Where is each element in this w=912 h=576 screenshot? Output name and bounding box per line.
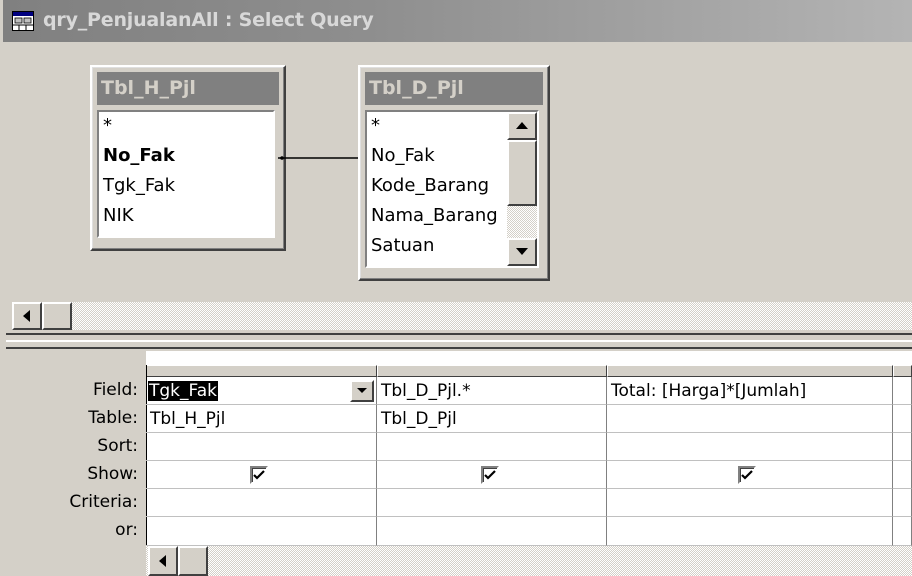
query-design-icon[interactable] (12, 11, 34, 31)
selected-field-text[interactable]: Tgk_Fak (148, 381, 218, 401)
row-label-criteria: Criteria: (69, 492, 138, 512)
grid-cell-table[interactable]: Tbl_D_Pjl (377, 405, 607, 433)
grid-cell-sort[interactable] (377, 433, 607, 461)
field-list-scrollbar[interactable] (507, 112, 537, 266)
design-grid[interactable]: Tgk_Fak Tbl_H_Pjl Tbl_D_Pjl.* Tbl_D_Pjl … (146, 351, 912, 576)
show-checkbox[interactable] (481, 466, 499, 484)
show-checkbox[interactable] (738, 466, 756, 484)
scroll-thumb[interactable] (178, 546, 208, 576)
checkmark-icon (484, 470, 496, 480)
field-item[interactable]: * (103, 112, 112, 141)
scroll-thumb[interactable] (42, 302, 72, 330)
window-titlebar[interactable]: qry_PenjualanAll : Select Query (0, 0, 912, 42)
grid-cell-or[interactable] (146, 517, 377, 546)
grid-cell-or[interactable] (377, 517, 607, 546)
grid-hscrollbar[interactable] (146, 546, 912, 576)
grid-cell-criteria[interactable] (607, 489, 893, 517)
column-selector[interactable] (607, 365, 893, 377)
arrow-up-icon (516, 122, 528, 129)
grid-cell-sort[interactable] (146, 433, 377, 461)
arrow-left-icon (23, 310, 30, 322)
table-pane[interactable]: Tbl_H_Pjl * No_Fak Tgk_Fak NIK Tbl_D_Pjl… (6, 44, 912, 331)
scroll-left-button[interactable] (148, 546, 178, 576)
row-label-field: Field: (93, 380, 138, 400)
relationship-line[interactable] (276, 152, 366, 164)
table-box-tbl-d-pjl[interactable]: Tbl_D_Pjl * No_Fak Kode_Barang Nama_Bara… (358, 65, 550, 281)
table-box-tbl-h-pjl[interactable]: Tbl_H_Pjl * No_Fak Tgk_Fak NIK (90, 65, 286, 251)
column-selector[interactable] (377, 365, 607, 377)
table-title[interactable]: Tbl_D_Pjl (365, 72, 543, 105)
table-title[interactable]: Tbl_H_Pjl (97, 72, 279, 105)
arrow-down-icon (516, 248, 528, 255)
grid-cell-criteria[interactable] (146, 489, 377, 517)
grid-cell-field[interactable]: Tbl_D_Pjl.* (377, 377, 607, 405)
scroll-thumb[interactable] (507, 140, 537, 206)
row-label-table: Table: (88, 408, 138, 428)
grid-cell-sort[interactable] (893, 433, 912, 461)
pane-splitter[interactable] (6, 333, 912, 349)
field-item[interactable]: Kode_Barang (371, 171, 489, 201)
grid-cell-criteria[interactable] (893, 489, 912, 517)
chevron-down-icon (357, 388, 367, 393)
grid-cell-table[interactable] (607, 405, 893, 433)
column-selector[interactable] (146, 365, 377, 377)
field-item[interactable]: Satuan (371, 231, 434, 261)
row-label-or: or: (115, 520, 138, 540)
field-dropdown-button[interactable] (350, 380, 374, 402)
scroll-up-button[interactable] (507, 112, 537, 140)
grid-cell-table[interactable] (893, 405, 912, 433)
scroll-down-button[interactable] (507, 238, 537, 266)
grid-cell-table[interactable]: Tbl_H_Pjl (146, 405, 377, 433)
column-selector[interactable] (893, 365, 912, 377)
scroll-left-button[interactable] (12, 302, 42, 330)
grid-cell-criteria[interactable] (377, 489, 607, 517)
field-item[interactable]: * (371, 112, 380, 141)
design-grid-pane[interactable]: Field: Table: Sort: Show: Criteria: or: … (6, 351, 912, 576)
grid-cell-sort[interactable] (607, 433, 893, 461)
grid-cell-or[interactable] (607, 517, 893, 546)
show-checkbox[interactable] (250, 466, 268, 484)
grid-cell-show[interactable] (146, 461, 377, 489)
field-list[interactable]: * No_Fak Tgk_Fak NIK (97, 110, 275, 238)
field-item[interactable]: Nama_Barang (371, 201, 498, 231)
grid-cell-show[interactable] (607, 461, 893, 489)
grid-cell-show[interactable] (377, 461, 607, 489)
grid-cell-field[interactable]: Tgk_Fak (146, 377, 377, 405)
row-label-show: Show: (87, 464, 138, 484)
grid-cell-show[interactable] (893, 461, 912, 489)
field-list[interactable]: * No_Fak Kode_Barang Nama_Barang Satuan (365, 110, 539, 268)
checkmark-icon (741, 470, 753, 480)
window-title: qry_PenjualanAll : Select Query (43, 9, 374, 31)
field-item-primary-key[interactable]: No_Fak (103, 141, 175, 171)
checkmark-icon (253, 470, 265, 480)
grid-cell-field[interactable]: Total: [Harga]*[Jumlah] (607, 377, 893, 405)
grid-cell-or[interactable] (893, 517, 912, 546)
grid-cell-field[interactable] (893, 377, 912, 405)
field-item[interactable]: NIK (103, 201, 134, 231)
field-item[interactable]: No_Fak (371, 141, 435, 171)
row-labels: Field: Table: Sort: Show: Criteria: or: (6, 351, 146, 576)
table-pane-hscrollbar[interactable] (12, 302, 912, 330)
row-label-sort: Sort: (97, 436, 138, 456)
arrow-left-icon (159, 555, 166, 567)
field-item[interactable]: Tgk_Fak (103, 171, 175, 201)
